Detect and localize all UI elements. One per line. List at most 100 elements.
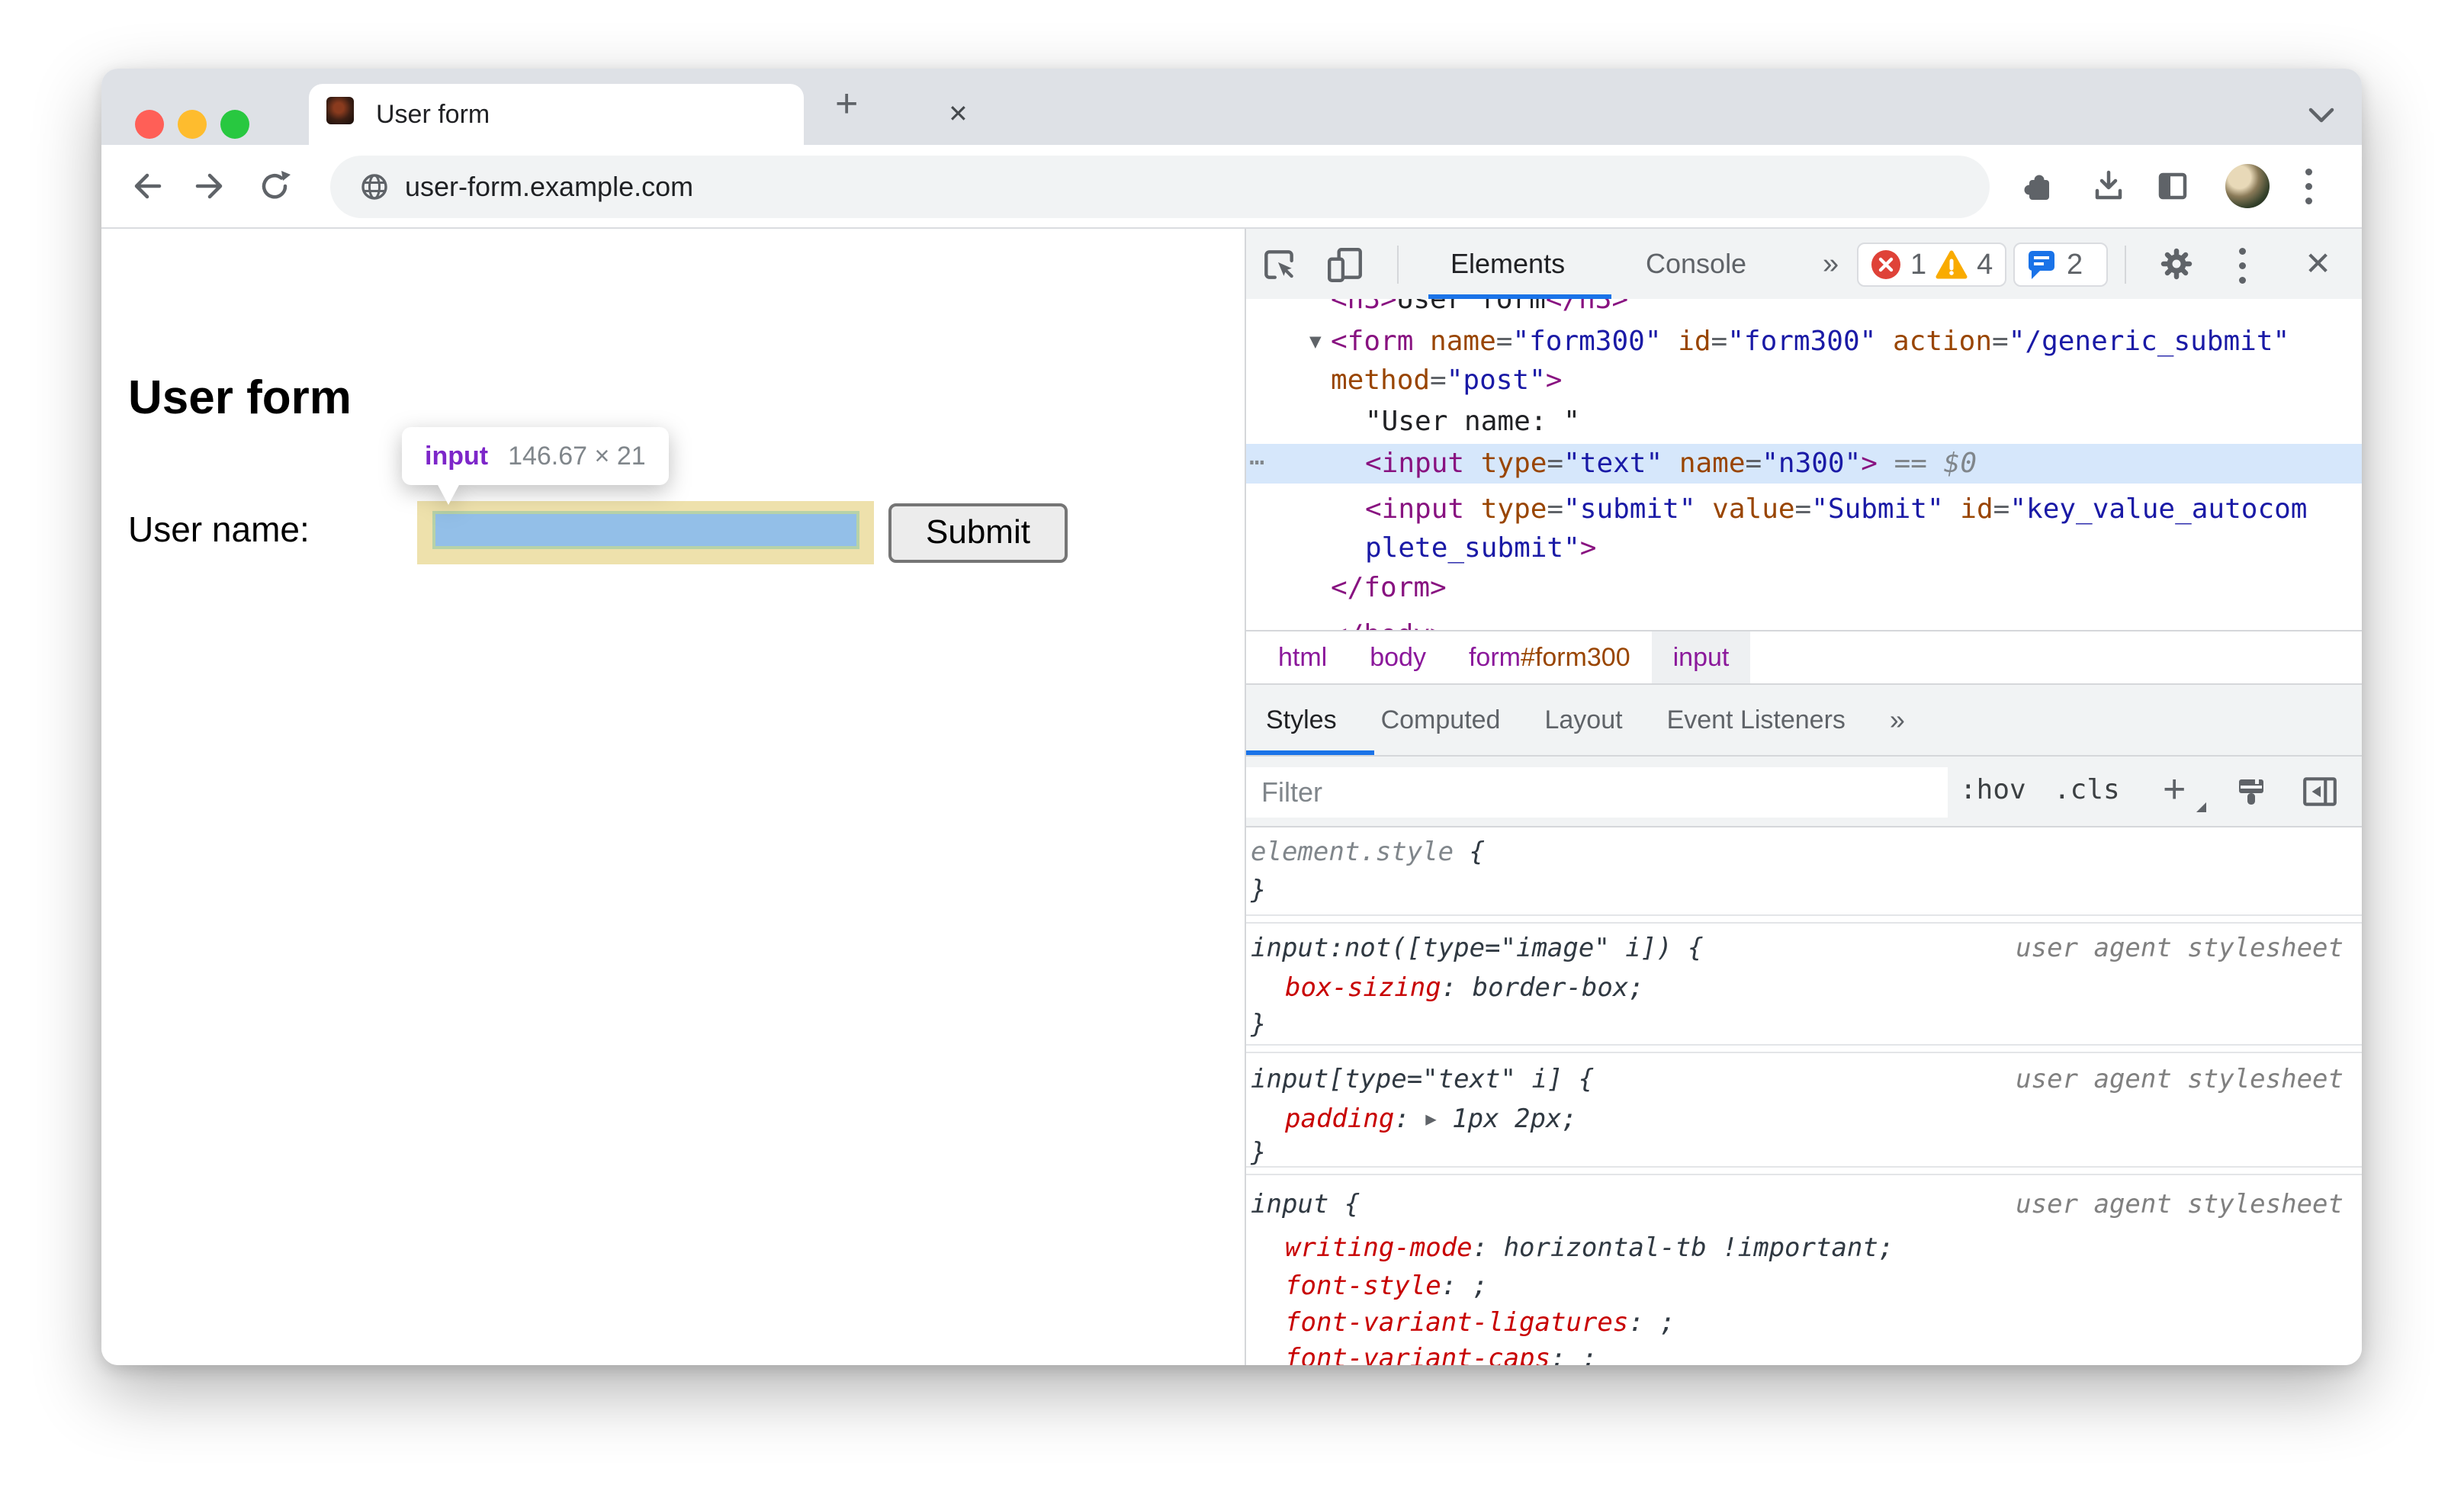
tab-elements[interactable]: Elements — [1450, 229, 1565, 299]
toggle-class-button[interactable]: .cls — [2054, 757, 2120, 827]
inspect-highlight-border — [417, 501, 874, 564]
token: "key_value_autocom — [2009, 493, 2308, 525]
rule2-declaration-padding[interactable]: padding: ▶ 1px 2px; — [1285, 1101, 1577, 1137]
token: font-variant-ligatures — [1285, 1307, 1629, 1338]
browser-menu-kebab-icon[interactable] — [2305, 145, 2312, 227]
show-sidebar-toggle-icon[interactable] — [2301, 773, 2339, 811]
token: 1px 2px; — [1436, 1104, 1577, 1134]
breadcrumb-body[interactable]: body — [1348, 631, 1447, 683]
rule3-declaration-font-variant-ligatures[interactable]: font-variant-ligatures: ; — [1285, 1304, 1675, 1341]
token: #form300 — [1520, 642, 1630, 672]
back-button[interactable] — [121, 145, 170, 227]
selected-node-gutter-dots[interactable]: ⋯ — [1249, 444, 1264, 484]
tab-styles[interactable]: Styles — [1266, 705, 1337, 735]
issues-count: 2 — [2067, 248, 2083, 281]
token: } — [1251, 1137, 1267, 1168]
rule3-declaration-writing-mode[interactable]: writing-mode: horizontal-tb !important; — [1285, 1229, 1894, 1266]
dom-node-form-close[interactable]: </form> — [1331, 567, 1447, 609]
token: "User name: " — [1365, 406, 1580, 437]
username-input[interactable] — [432, 511, 859, 549]
traffic-close-button[interactable] — [135, 110, 164, 139]
inspect-tooltip: input 146.67 × 21 — [402, 427, 669, 505]
breadcrumb-html[interactable]: html — [1257, 631, 1348, 683]
tab-close-icon[interactable]: ✕ — [948, 84, 969, 145]
avatar[interactable] — [2225, 145, 2270, 227]
token: box-sizing — [1285, 972, 1441, 1003]
token: : ; — [1628, 1307, 1675, 1338]
token: id — [1661, 326, 1711, 357]
devtools-menu-kebab-icon[interactable] — [2239, 244, 2246, 288]
traffic-minimize-button[interactable] — [178, 110, 207, 139]
token: "form300" — [1727, 326, 1877, 357]
rule1-declaration-box-sizing[interactable]: box-sizing: border-box; — [1285, 969, 1644, 1006]
token: } — [1251, 875, 1267, 905]
device-toolbar-icon[interactable] — [1325, 246, 1365, 284]
token: "submit" — [1563, 493, 1696, 525]
token: = — [1794, 493, 1812, 525]
token: = — [1993, 493, 2010, 525]
tab-event-listeners[interactable]: Event Listeners — [1667, 705, 1846, 735]
rule3-declaration-font-style[interactable]: font-style: ; — [1285, 1268, 1488, 1304]
more-tabs-chevrons[interactable]: » — [1823, 229, 1839, 299]
token: action — [1876, 326, 1993, 357]
breadcrumb-form[interactable]: form #form300 — [1447, 631, 1652, 683]
side-panel-icon[interactable] — [2154, 145, 2191, 227]
toggle-hover-state-button[interactable]: :hov — [1960, 757, 2026, 827]
dom-node-h3-clipped[interactable]: <h3>User form</h3> — [1331, 299, 1628, 320]
downloads-icon[interactable] — [2090, 145, 2127, 227]
expand-toggle-icon[interactable]: ▼ — [1309, 321, 1331, 362]
token: { — [1454, 837, 1486, 867]
tab-console[interactable]: Console — [1646, 229, 1746, 299]
new-style-rule-button[interactable]: + — [2163, 757, 2186, 827]
forward-button[interactable] — [187, 145, 236, 227]
traffic-zoom-button[interactable] — [220, 110, 249, 139]
token: = — [1495, 326, 1513, 357]
token: body — [1370, 642, 1426, 672]
token: padding — [1285, 1104, 1395, 1134]
rule1-selector[interactable]: input:not([type="image" i]) { — [1251, 930, 1704, 966]
devtools-divider[interactable] — [1245, 229, 1246, 1365]
reload-button[interactable] — [251, 145, 300, 227]
devtools-close-icon[interactable]: ✕ — [2305, 229, 2331, 299]
tab-layout[interactable]: Layout — [1544, 705, 1622, 735]
dom-node-body-close-clipped[interactable]: </body> — [1331, 615, 1447, 630]
tab-favicon — [326, 97, 354, 124]
dom-node-form-open[interactable]: ▼ <form name="form300" id="form300" actio… — [1309, 321, 2289, 362]
chevron-down-icon[interactable] — [2308, 105, 2335, 125]
address-bar[interactable]: user-form.example.com — [330, 156, 1990, 218]
submit-button[interactable]: Submit — [888, 503, 1068, 563]
settings-gear-icon[interactable] — [2160, 247, 2193, 281]
rule3-selector[interactable]: input { — [1251, 1186, 1360, 1223]
styles-filter-input[interactable]: Filter — [1246, 767, 1948, 818]
browser-tab[interactable]: User form ✕ — [309, 84, 969, 145]
token: input:not([type="image" i]) { — [1251, 933, 1704, 963]
more-sidebar-tabs-chevrons[interactable]: » — [1890, 704, 1905, 736]
issues-badge[interactable]: 2 — [2013, 243, 2108, 287]
token: "/generic_submit" — [2008, 326, 2290, 357]
new-tab-button[interactable]: + — [835, 69, 858, 145]
errors-warnings-badge[interactable]: 1 4 — [1857, 243, 2006, 287]
page-title: User form — [128, 371, 352, 424]
dom-node-input-submit-wrap[interactable]: plete_submit"> — [1365, 528, 1596, 569]
tab-computed[interactable]: Computed — [1381, 705, 1501, 735]
dom-node-input-selected[interactable]: <input type="text" name="n300"> == $0 — [1245, 444, 2362, 484]
warning-icon — [1936, 250, 1968, 279]
dom-node-form-wrap[interactable]: method="post"> — [1331, 360, 1562, 401]
rule1-close: } — [1251, 1006, 1266, 1043]
desktop: User form ✕ + user-form.example.com User… — [0, 0, 2464, 1507]
dom-node-input-submit[interactable]: <input type="submit" value="Submit" id="… — [1365, 489, 2307, 530]
token: : ; — [1550, 1343, 1598, 1365]
token: form — [1468, 642, 1521, 672]
url-text[interactable]: user-form.example.com — [405, 156, 693, 218]
inspect-element-icon[interactable] — [1260, 246, 1298, 284]
extensions-puzzle-icon[interactable] — [2020, 145, 2057, 227]
token: <h3> — [1331, 299, 1397, 315]
token: plete_submit" — [1365, 532, 1580, 564]
dom-node-textnode[interactable]: "User name: " — [1365, 401, 1580, 442]
rule3-declaration-font-variant-caps[interactable]: font-variant-caps: ; — [1285, 1340, 1597, 1365]
element-style-rule-open[interactable]: element.style { — [1251, 834, 1485, 870]
rule2-selector[interactable]: input[type="text" i] { — [1251, 1061, 1594, 1097]
breadcrumb-input-selected[interactable]: input — [1651, 631, 1751, 683]
token: : — [1394, 1104, 1426, 1134]
paint-brush-icon[interactable] — [2234, 773, 2270, 811]
